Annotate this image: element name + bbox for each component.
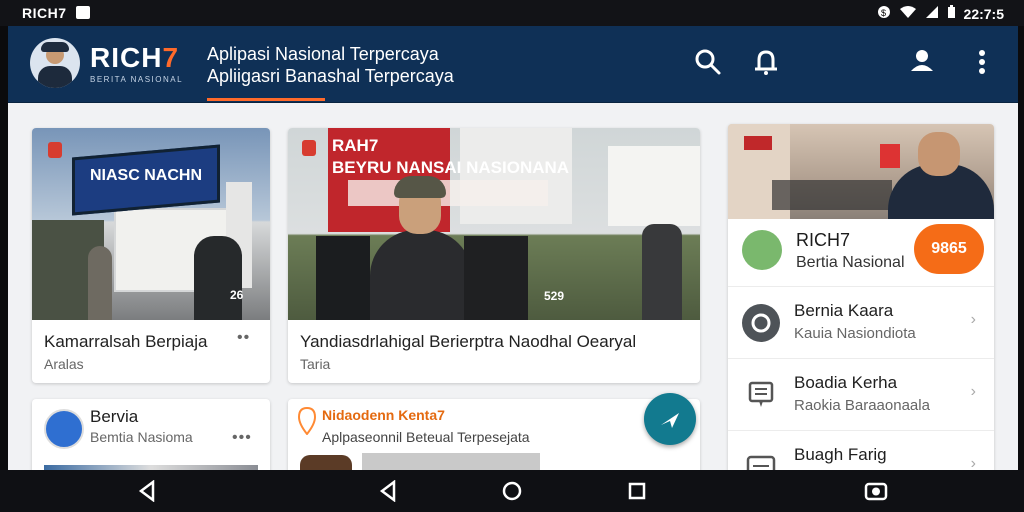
right-panel-row[interactable]: Boadia Kerha Raokia Baraaonaala › xyxy=(728,358,994,431)
view-counter: 529 xyxy=(544,289,565,303)
news-card[interactable]: NIASC NACHN 26 Kamarralsah Berpiaja Aral… xyxy=(32,128,270,383)
featured-news-card[interactable]: RAH7 BEYRU NANSAI NASIONANA 529 Yandiasd… xyxy=(288,128,700,383)
author-avatar xyxy=(742,230,782,270)
notification-app-icon xyxy=(76,6,90,19)
profile-icon[interactable] xyxy=(904,44,940,80)
app-bar: RICH7 BERITA NASIONAL Aplipasi Nasional … xyxy=(8,26,1018,103)
notification-icon[interactable] xyxy=(748,44,784,80)
right-panel: RICH7 Bertia Nasional 9865 Bernia Kaara … xyxy=(728,124,994,470)
banner-text: NIASC NACHN xyxy=(90,167,202,184)
wifi-icon xyxy=(899,5,917,22)
back-icon[interactable] xyxy=(376,479,400,503)
row-title: Boadia Kerha xyxy=(794,373,898,392)
data-saver-icon: $ xyxy=(877,5,891,22)
preview-image xyxy=(300,455,352,470)
search-icon[interactable] xyxy=(690,44,726,80)
more-options-icon[interactable]: •• xyxy=(237,329,250,347)
content-area: NIASC NACHN 26 Kamarralsah Berpiaja Aral… xyxy=(8,103,1018,470)
banner-line-2: BEYRU NANSAI NASIONANA xyxy=(332,158,570,177)
home-icon[interactable] xyxy=(500,479,524,503)
battery-icon xyxy=(947,5,956,22)
message-icon xyxy=(740,374,782,416)
active-tab-indicator xyxy=(207,98,325,101)
recent-apps-icon[interactable] xyxy=(625,479,649,503)
right-panel-row[interactable]: Buagh Farig › xyxy=(728,430,994,470)
chevron-right-icon: › xyxy=(970,455,976,470)
svg-text:$: $ xyxy=(881,8,886,18)
featured-thumbnail: RAH7 BEYRU NANSAI NASIONANA 529 xyxy=(288,128,700,320)
location-pin-icon xyxy=(297,406,317,440)
brand-title-main: RICH xyxy=(90,42,163,73)
share-fab[interactable] xyxy=(644,393,696,445)
featured-subtitle: Taria xyxy=(300,356,331,372)
profile-title: RICH7 xyxy=(796,230,851,250)
chevron-right-icon: › xyxy=(970,311,976,328)
news-title: Kamarralsah Berpiaja xyxy=(44,332,208,351)
signal-icon xyxy=(925,5,939,22)
tagline-line-1: Aplipasi Nasional Terpercaya xyxy=(207,44,439,64)
navigation-bar xyxy=(0,470,1024,512)
news-card[interactable]: Nidaodenn Kenta7 Aplpaseonnil Beteual Te… xyxy=(288,399,700,470)
bookmark-icon xyxy=(302,140,316,156)
card-title: Nidaodenn Kenta7 xyxy=(322,407,445,423)
status-brand: RICH7 xyxy=(22,5,67,21)
row-title: Buagh Farig xyxy=(794,445,887,464)
notification-badge[interactable]: 9865 xyxy=(914,224,984,274)
banner-line-1: RAH7 xyxy=(332,136,379,155)
tagline-line-2: Apliigasri Banashal Terpercaya xyxy=(207,66,454,86)
card-title: Bervia xyxy=(90,407,139,426)
document-icon xyxy=(740,446,782,470)
profile-subtitle: Bertia Nasional xyxy=(796,254,905,271)
screenshot-icon[interactable] xyxy=(864,479,888,503)
preview-image xyxy=(362,453,540,470)
brand-logo[interactable] xyxy=(30,38,80,88)
brand-subtitle: BERITA NASIONAL xyxy=(90,75,184,84)
brand-title-accent: 7 xyxy=(162,42,180,73)
featured-title: Yandiasdrlahigal Berierptra Naodhal Oear… xyxy=(300,332,637,351)
status-time: 22:7:5 xyxy=(963,5,1004,22)
share-icon xyxy=(661,413,679,428)
tagline: Aplipasi Nasional Terpercaya Apliigasri … xyxy=(207,43,454,87)
news-card[interactable]: Bervia Bemtia Nasioma ••• xyxy=(32,399,270,470)
chevron-right-icon: › xyxy=(970,383,976,400)
card-subtitle: Aplpaseonnil Beteual Terpesejata xyxy=(322,429,530,445)
brand-title: RICH7 xyxy=(90,42,179,74)
row-subtitle: Kauia Nasiondiota xyxy=(794,325,916,342)
author-avatar xyxy=(44,409,84,449)
news-thumbnail: NIASC NACHN 26 xyxy=(32,128,270,320)
more-options-icon[interactable]: ••• xyxy=(232,429,252,447)
status-bar: RICH7 $ 22:7:5 xyxy=(0,0,1024,26)
right-panel-row[interactable]: Bernia Kaara Kauia Nasiondiota › xyxy=(728,286,994,359)
row-subtitle: Raokia Baraaonaala xyxy=(794,397,930,414)
bookmark-icon xyxy=(48,142,62,158)
row-title: Bernia Kaara xyxy=(794,301,894,320)
back-icon[interactable] xyxy=(135,479,159,503)
more-vert-icon[interactable] xyxy=(964,44,1000,80)
panel-banner-image xyxy=(728,124,994,219)
card-subtitle: Bemtia Nasioma xyxy=(90,429,193,445)
settings-icon xyxy=(740,302,782,344)
news-subtitle: Aralas xyxy=(44,356,84,372)
view-counter: 26 xyxy=(230,288,244,302)
status-right: $ 22:7:5 xyxy=(877,5,1004,22)
